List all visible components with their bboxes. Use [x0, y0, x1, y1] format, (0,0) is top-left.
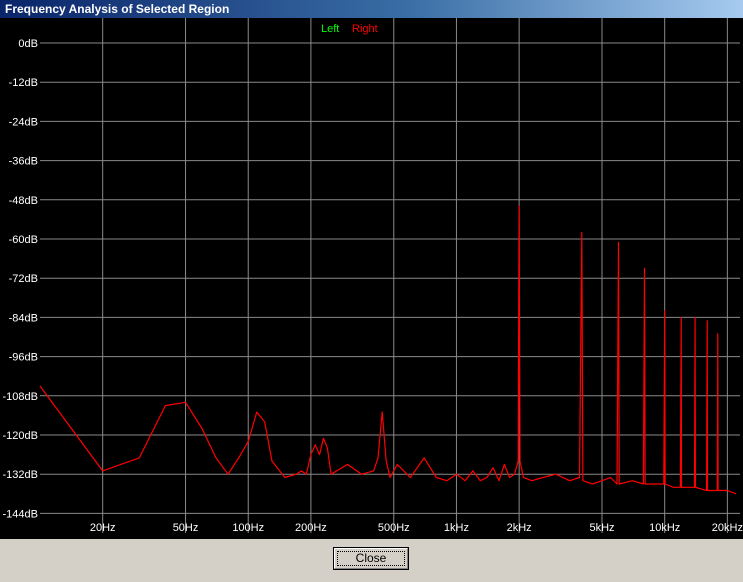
- y-tick-label: -108dB: [3, 391, 38, 403]
- y-tick-label: -120dB: [3, 430, 38, 442]
- button-bar: Close: [0, 539, 743, 582]
- spectrum-plot: 0dB -12dB -24dB -36dB -48dB -60dB -72dB -84dB -9…: [0, 18, 743, 539]
- y-tick-label: 0dB: [18, 38, 38, 50]
- x-tick-label: 500Hz: [378, 522, 410, 534]
- x-tick-label: 1kHz: [444, 522, 469, 534]
- chart-grid: [40, 18, 740, 533]
- x-tick-label: 10kHz: [649, 522, 680, 534]
- y-axis-ticks: 0dB -12dB -24dB -36dB -48dB -60dB -72dB -84dB -9…: [3, 38, 38, 520]
- y-tick-label: -144dB: [3, 508, 38, 520]
- close-label: Close: [355, 551, 387, 565]
- x-tick-label: 50Hz: [173, 522, 199, 534]
- series-line-right: [39, 205, 737, 495]
- x-tick-label: 20Hz: [90, 522, 116, 534]
- x-tick-label: 20kHz: [712, 522, 743, 534]
- window-title: Frequency Analysis of Selected Region: [5, 2, 230, 16]
- legend-right: Right: [352, 23, 378, 35]
- x-tick-label: 200Hz: [295, 522, 327, 534]
- y-tick-label: -24dB: [9, 116, 38, 128]
- y-tick-label: -84dB: [9, 312, 38, 324]
- y-tick-label: -60dB: [9, 234, 38, 246]
- y-tick-label: -48dB: [9, 195, 38, 207]
- chart-series: [39, 205, 737, 495]
- y-tick-label: -72dB: [9, 273, 38, 285]
- spectrum-chart: 0dB -12dB -24dB -36dB -48dB -60dB -72dB -84dB -9…: [3, 18, 743, 534]
- y-tick-label: -36dB: [9, 156, 38, 168]
- x-tick-label: 100Hz: [232, 522, 264, 534]
- x-tick-label: 5kHz: [589, 522, 614, 534]
- y-tick-label: -96dB: [9, 352, 38, 364]
- x-tick-label: 2kHz: [507, 522, 532, 534]
- y-tick-label: -12dB: [9, 77, 38, 89]
- y-tick-label: -132dB: [3, 469, 38, 481]
- x-axis-ticks: 20Hz 50Hz 100Hz 200Hz 500Hz 1kHz 2kHz 5kHz 10kHz…: [90, 522, 743, 534]
- title-bar[interactable]: Frequency Analysis of Selected Region: [0, 0, 743, 18]
- close-button[interactable]: Close: [333, 547, 409, 570]
- legend-left: Left: [321, 23, 340, 35]
